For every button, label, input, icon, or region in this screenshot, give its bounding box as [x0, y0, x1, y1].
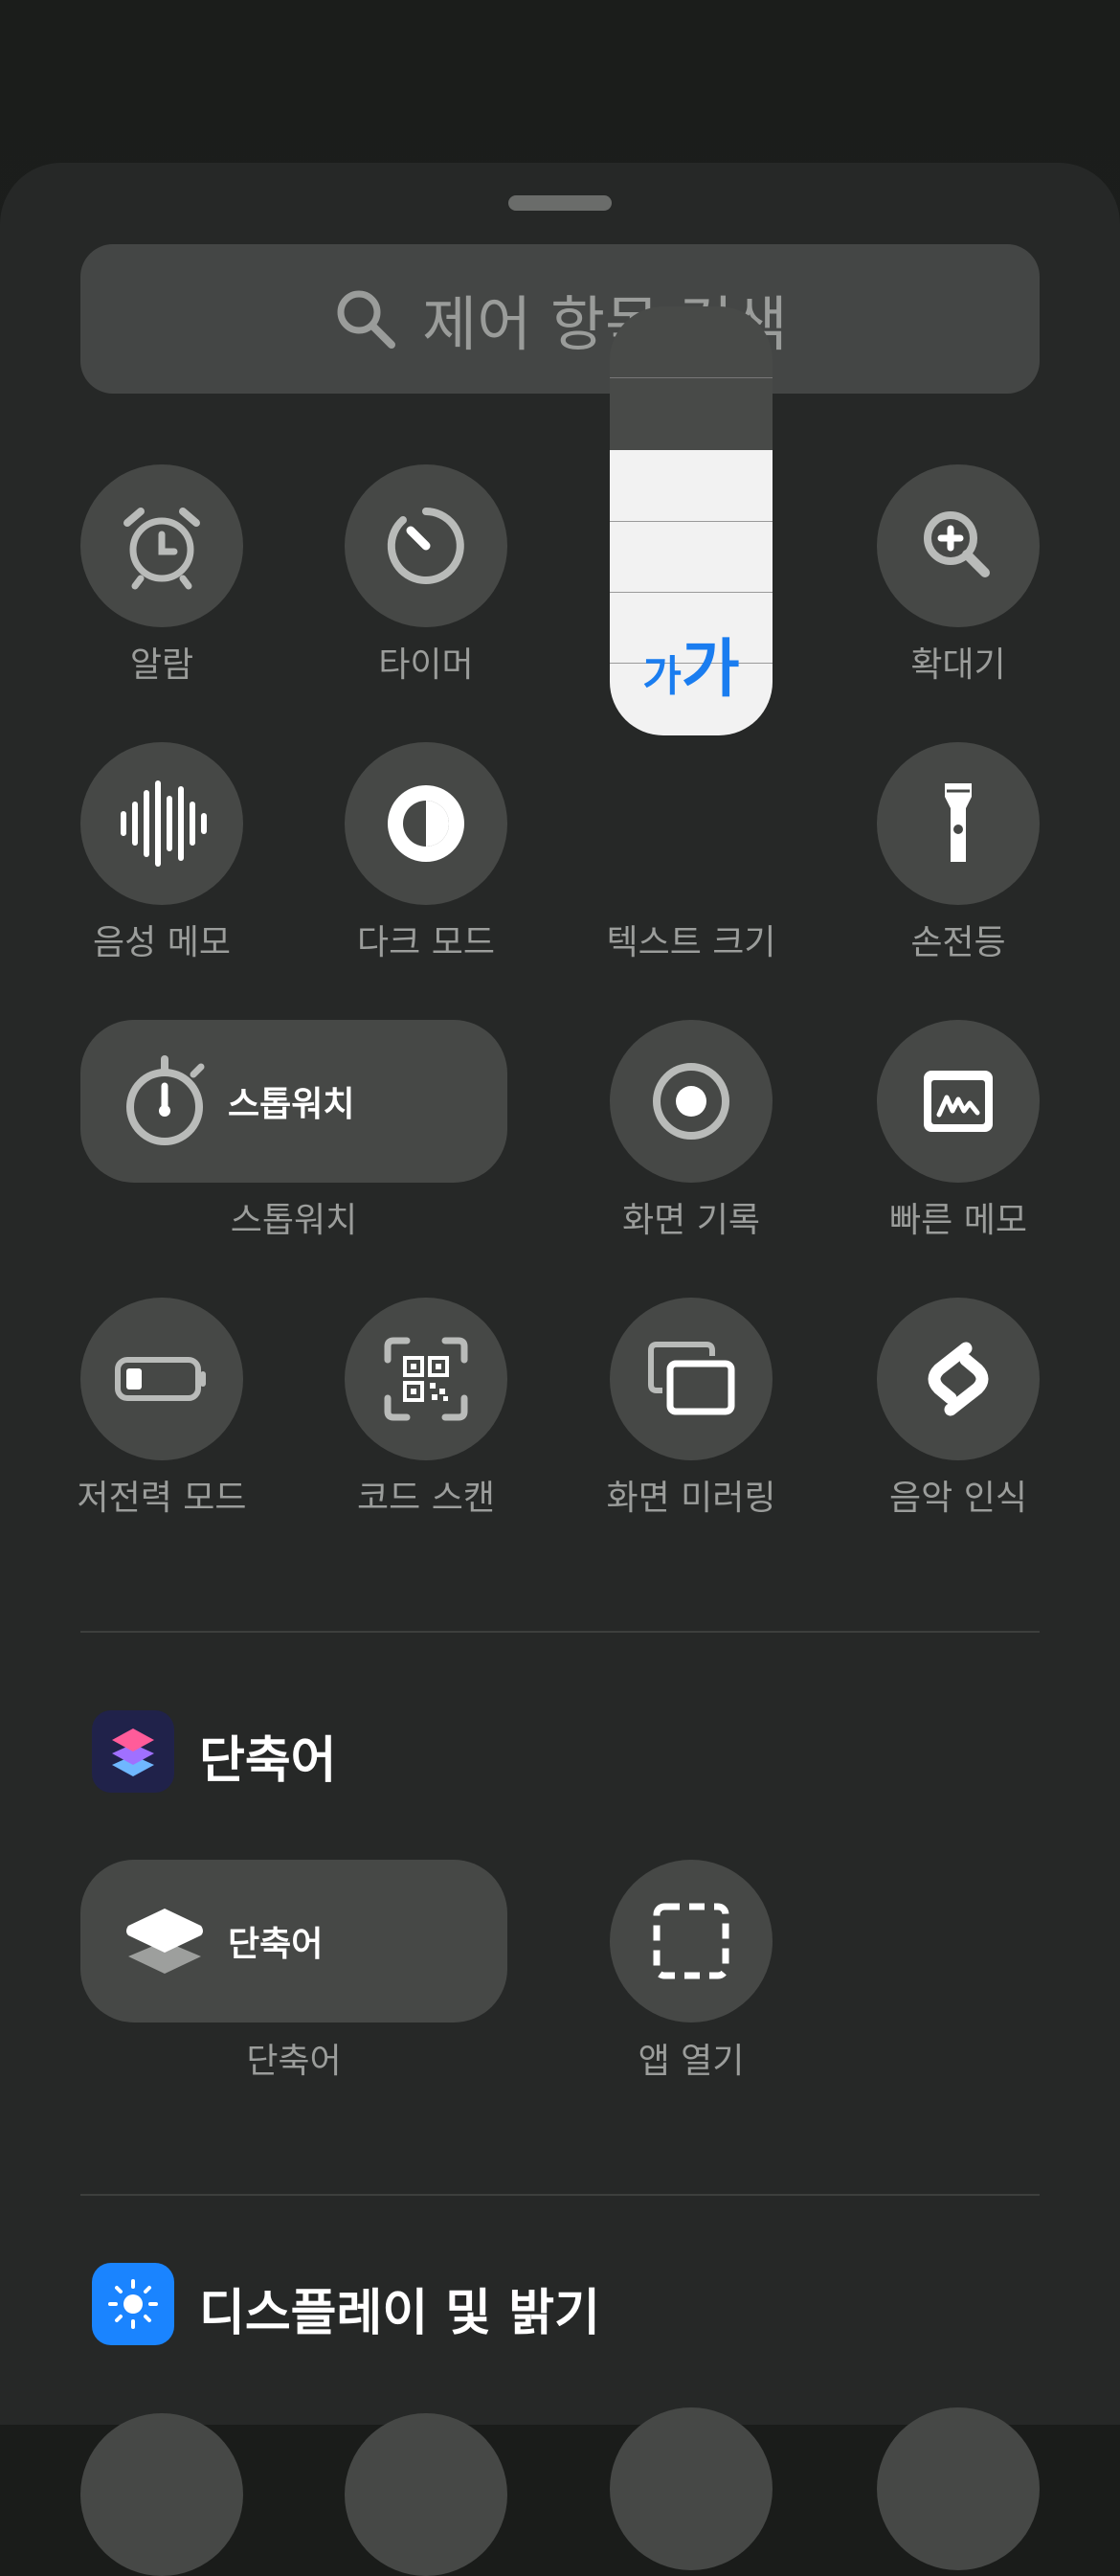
timer-label: 타이머: [378, 645, 474, 685]
display-control-button[interactable]: [610, 2407, 773, 2570]
quick-note-button[interactable]: [877, 1020, 1040, 1183]
screen-record-label: 화면 기록: [622, 1201, 760, 1240]
shortcuts-section-title: 단축어: [199, 1732, 337, 1790]
shortcuts-layers-icon: [126, 1909, 203, 1974]
open-app-dashed-icon: [653, 1903, 729, 1979]
flashlight-label: 손전등: [910, 923, 1006, 962]
timer-button[interactable]: [345, 464, 507, 627]
open-app-label: 앱 열기: [638, 2042, 745, 2081]
screen-mirroring-label: 화면 미러링: [606, 1479, 776, 1518]
search-field[interactable]: 제어 항목 검색: [80, 244, 1040, 394]
section-divider: [80, 2194, 1040, 2196]
stopwatch-icon: [126, 1055, 205, 1145]
low-power-label: 저전력 모드: [77, 1479, 247, 1518]
dark-mode-icon: [388, 785, 464, 862]
code-scan-button[interactable]: [345, 1298, 507, 1460]
display-brightness-icon: [92, 2263, 174, 2345]
shortcut-tile-label: 단축어: [228, 1925, 324, 1964]
qr-code-icon: [384, 1337, 468, 1421]
alarm-clock-icon: [123, 508, 200, 590]
display-section-title: 디스플레이 및 밝기: [199, 2285, 600, 2342]
voice-memo-label: 음성 메모: [93, 923, 231, 962]
dark-mode-label: 다크 모드: [357, 923, 495, 962]
display-control-button[interactable]: [877, 2407, 1040, 2570]
voice-memo-button[interactable]: [80, 742, 243, 905]
magnifier-button[interactable]: [877, 464, 1040, 627]
dark-mode-button[interactable]: [345, 742, 507, 905]
search-icon: [337, 290, 396, 349]
screen-record-button[interactable]: [610, 1020, 773, 1183]
waveform-icon: [121, 780, 207, 867]
slider-divider: [610, 521, 773, 522]
code-scan-label: 코드 스캔: [357, 1479, 495, 1518]
magnifier-label: 확대기: [910, 645, 1006, 685]
stopwatch-tile-label: 스톱워치: [228, 1085, 355, 1124]
sun-icon: [108, 2279, 158, 2329]
music-recognition-label: 음악 인식: [889, 1479, 1027, 1518]
section-divider: [80, 1631, 1040, 1633]
display-control-button[interactable]: [345, 2413, 507, 2576]
text-size-slider[interactable]: 가가: [610, 306, 773, 735]
flashlight-button[interactable]: [877, 742, 1040, 905]
display-control-button[interactable]: [80, 2413, 243, 2576]
slider-divider: [610, 592, 773, 593]
timer-icon: [387, 508, 464, 584]
slider-divider: [610, 377, 773, 378]
shortcuts-app-icon: [92, 1710, 174, 1793]
low-power-button[interactable]: [80, 1298, 243, 1460]
flashlight-icon: [945, 783, 972, 862]
shortcut-tile[interactable]: 단축어: [80, 1860, 507, 2022]
shazam-icon: [928, 1342, 989, 1416]
battery-icon: [115, 1357, 206, 1401]
quick-note-icon: [924, 1071, 993, 1132]
text-size-label: 텍스트 크기: [606, 923, 776, 962]
music-recognition-button[interactable]: [877, 1298, 1040, 1460]
open-app-button[interactable]: [610, 1860, 773, 2022]
stopwatch-tile[interactable]: 스톱워치: [80, 1020, 507, 1183]
text-size-small-glyph: 가: [642, 652, 682, 701]
shortcuts-app-glyph: [112, 1729, 154, 1776]
text-size-big-glyph: 가: [681, 632, 740, 706]
screen-mirroring-button[interactable]: [610, 1298, 773, 1460]
stopwatch-label: 스톱워치: [230, 1201, 358, 1240]
quick-note-label: 빠른 메모: [889, 1201, 1027, 1240]
screen-mirroring-icon: [648, 1342, 735, 1415]
alarm-button[interactable]: [80, 464, 243, 627]
magnifier-icon: [924, 511, 990, 577]
text-size-glyph: 가가: [610, 618, 773, 710]
sheet-grabber[interactable]: [508, 195, 612, 211]
shortcut-label: 단축어: [246, 2042, 342, 2081]
alarm-label: 알람: [129, 645, 194, 685]
record-icon: [653, 1063, 729, 1140]
